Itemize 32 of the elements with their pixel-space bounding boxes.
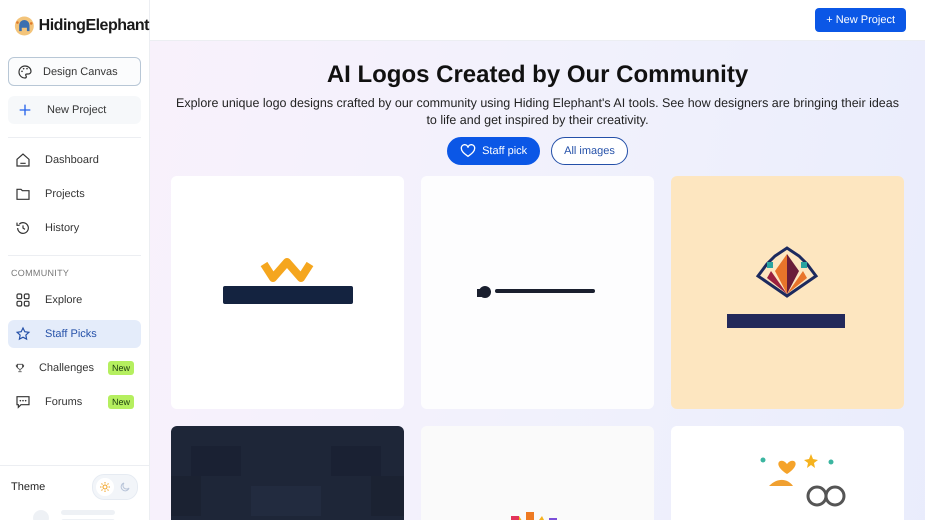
home-icon: [15, 152, 31, 168]
history-icon: [15, 220, 31, 236]
nav-item[interactable]: Explore: [8, 286, 141, 314]
palette-icon: [17, 64, 33, 80]
folder-icon: [15, 186, 31, 202]
nav-item[interactable]: History: [8, 214, 141, 242]
star-icon: [15, 326, 31, 342]
new-badge: New: [108, 395, 134, 409]
grid-icon: [15, 292, 31, 308]
filter-tab[interactable]: All images: [551, 136, 628, 165]
theme-toggle[interactable]: [92, 474, 138, 500]
moon-icon: [119, 481, 131, 493]
nav-item[interactable]: Staff Picks: [8, 320, 141, 348]
nav-item[interactable]: Dashboard: [8, 146, 141, 174]
nav-item[interactable]: Forums New: [8, 388, 141, 416]
theme-label: Theme: [11, 481, 46, 493]
sun-icon: [99, 481, 111, 493]
nav-item[interactable]: Projects: [8, 180, 141, 208]
plus-icon: [17, 102, 33, 118]
filter-tab[interactable]: Staff pick: [447, 136, 540, 165]
logo-icon: [14, 15, 35, 37]
heart-icon: [460, 142, 476, 159]
new-project-button[interactable]: New Project: [8, 96, 141, 124]
new-project-button[interactable]: + New Project: [815, 8, 906, 32]
brand-name: HidingElephant: [38, 17, 149, 35]
new-badge: New: [108, 361, 134, 375]
chat-icon: [15, 394, 31, 410]
page-title: AI Logos Created by Our Community: [326, 61, 748, 89]
design-canvas-button[interactable]: Design Canvas: [8, 57, 141, 86]
nav-item[interactable]: Challenges New: [8, 354, 141, 382]
page-subtitle: Explore unique logo designs crafted by our community using Hiding Elephant's AI tools. See how designers are bringing their ideas to life and get inspired by their creativity.: [175, 95, 900, 129]
section-heading: COMMUNITY: [10, 267, 70, 278]
